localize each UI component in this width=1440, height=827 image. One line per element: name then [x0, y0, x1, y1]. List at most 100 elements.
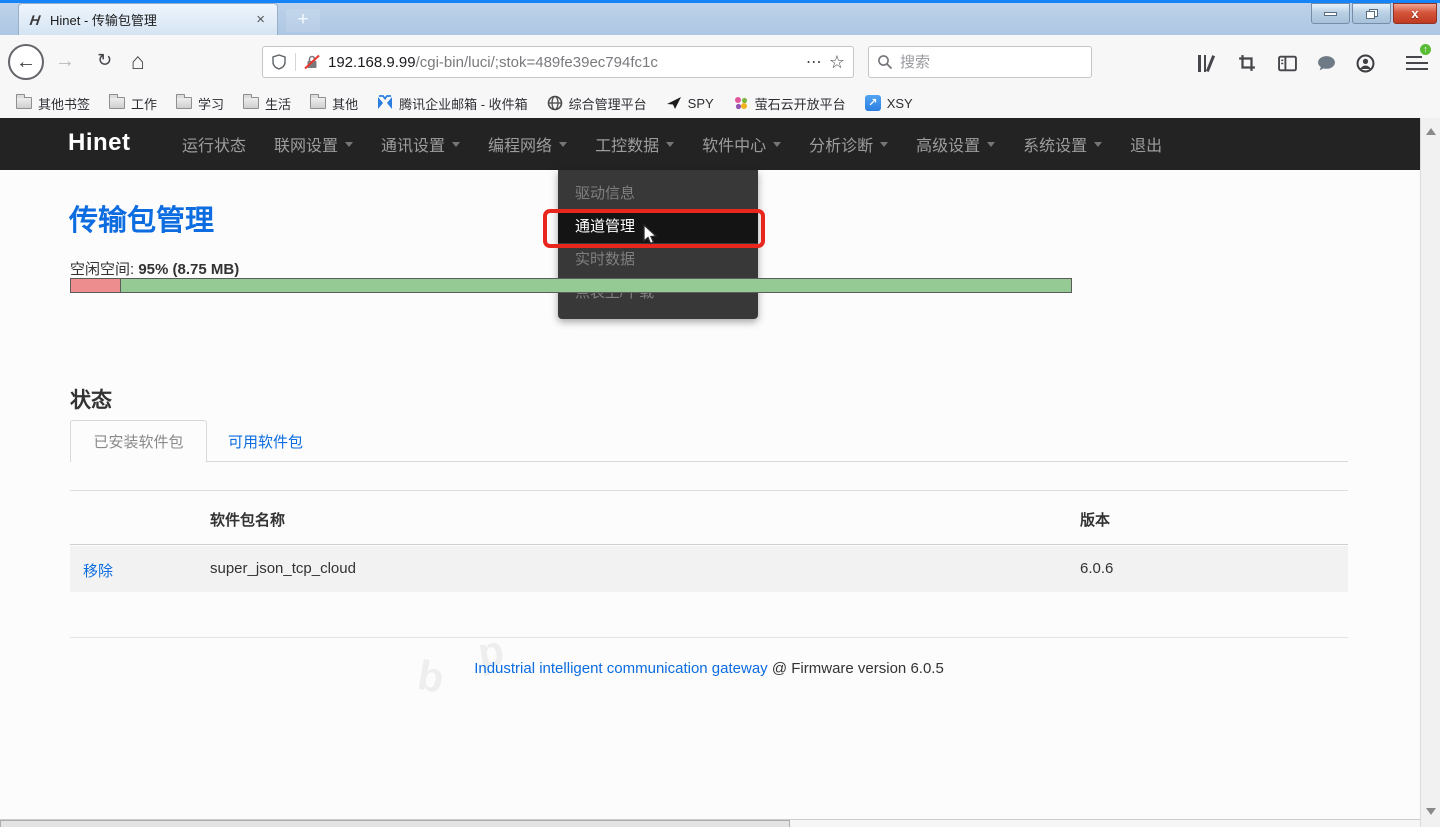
globe-icon [547, 95, 563, 111]
bookmark-folder[interactable]: 学习 [176, 94, 224, 113]
url-bar[interactable]: 192.168.9.99/cgi-bin/luci/;stok=489fe39e… [262, 46, 854, 78]
url-path: /cgi-bin/luci/;stok=489fe39ec794fc1c [416, 54, 658, 71]
chevron-down-icon [880, 142, 888, 147]
update-badge-icon: ↑ [1418, 42, 1433, 57]
bookmark-item[interactable]: 萤石云开放平台 [733, 94, 846, 113]
bookmarks-bar: 其他书签 工作 学习 生活 其他 腾讯企业邮箱 - 收件箱 综合管理平台 SPY… [0, 88, 1440, 118]
messages-button[interactable] [1313, 50, 1339, 76]
folder-icon [243, 97, 259, 109]
tab-available-packages[interactable]: 可用软件包 [228, 420, 303, 462]
chat-bubble-icon [1317, 55, 1336, 72]
forward-button[interactable]: → [55, 50, 75, 73]
folder-icon [16, 97, 32, 109]
column-header-name: 软件包名称 [210, 509, 285, 530]
folder-icon [176, 97, 192, 109]
free-space-progressbar [70, 278, 1072, 293]
home-button[interactable]: ⌂ [131, 48, 145, 75]
url-text[interactable]: 192.168.9.99/cgi-bin/luci/;stok=489fe39e… [328, 54, 800, 71]
table-header-row: 软件包名称 版本 [70, 490, 1348, 545]
horizontal-scrollbar[interactable] [0, 819, 1420, 827]
bookmark-folder[interactable]: 工作 [109, 94, 157, 113]
nav-item-logout[interactable]: 退出 [1116, 132, 1176, 156]
bookmark-folder[interactable]: 生活 [243, 94, 291, 113]
sidebar-button[interactable] [1274, 50, 1300, 76]
screenshot-button[interactable] [1234, 50, 1260, 76]
tab-title: Hinet - 传输包管理 [50, 10, 252, 29]
bookmark-label: 综合管理平台 [569, 94, 647, 113]
vertical-scrollbar[interactable] [1420, 118, 1440, 827]
search-input[interactable] [900, 54, 1060, 71]
chevron-down-icon [1094, 142, 1102, 147]
footer-text: @ Firmware version 6.0.5 [772, 660, 944, 677]
nav-item-programming-network[interactable]: 编程网络 [474, 132, 581, 156]
nav-item-diagnostics[interactable]: 分析诊断 [795, 132, 902, 156]
page-footer: Industrial intelligent communication gat… [70, 660, 1348, 677]
tracking-shield-icon[interactable] [271, 54, 287, 70]
minimize-icon [1324, 12, 1337, 16]
nav-item-industrial-data[interactable]: 工控数据 [581, 132, 688, 156]
restore-icon [1366, 9, 1378, 19]
scroll-down-icon[interactable] [1426, 808, 1436, 815]
bookmark-label: 其他书签 [38, 94, 90, 113]
new-tab-button[interactable]: + [286, 9, 320, 32]
package-name: super_json_tcp_cloud [210, 560, 356, 577]
footer-link[interactable]: Industrial intelligent communication gat… [474, 660, 768, 677]
forward-icon: → [55, 50, 75, 72]
reload-button[interactable]: ↻ [97, 50, 112, 71]
bookmark-label: 学习 [198, 94, 224, 113]
chevron-down-icon [345, 142, 353, 147]
bookmark-item[interactable]: 腾讯企业邮箱 - 收件箱 [377, 94, 528, 113]
minimize-button[interactable] [1311, 3, 1350, 24]
nav-item-advanced-settings[interactable]: 高级设置 [902, 132, 1009, 156]
bookmark-item[interactable]: 综合管理平台 [547, 94, 647, 113]
bookmark-label: 萤石云开放平台 [755, 94, 846, 113]
xsy-icon: ↗ [865, 95, 881, 111]
site-favicon-icon: H [26, 12, 44, 28]
crop-icon [1238, 54, 1256, 72]
restore-button[interactable] [1352, 3, 1391, 24]
bookmark-label: 其他 [332, 94, 358, 113]
plane-icon [666, 95, 682, 111]
back-icon: ← [16, 51, 36, 74]
page-title: 传输包管理 [69, 197, 214, 239]
reload-icon: ↻ [97, 50, 112, 70]
close-button[interactable]: x [1393, 3, 1437, 24]
bookmark-folder[interactable]: 其他书签 [16, 94, 90, 113]
nav-item-network-settings[interactable]: 联网设置 [260, 132, 367, 156]
nav-item-system-settings[interactable]: 系统设置 [1009, 132, 1116, 156]
horizontal-scrollbar-thumb[interactable] [0, 820, 790, 827]
column-header-version: 版本 [1080, 509, 1110, 530]
account-button[interactable] [1352, 50, 1378, 76]
free-space-segment [121, 279, 1071, 292]
package-version: 6.0.6 [1080, 560, 1113, 577]
page-actions-icon[interactable]: ⋯ [806, 52, 823, 72]
bookmark-item[interactable]: ↗ XSY [865, 95, 913, 111]
close-icon: x [1411, 6, 1418, 21]
remove-link[interactable]: 移除 [83, 560, 113, 581]
nav-item-comm-settings[interactable]: 通讯设置 [367, 132, 474, 156]
site-navbar: Hinet 运行状态 联网设置 通讯设置 编程网络 工控数据 软件中心 分析诊断… [0, 118, 1420, 170]
nav-item-running-status[interactable]: 运行状态 [168, 132, 260, 156]
chevron-down-icon [987, 142, 995, 147]
free-space-text: 空闲空间: 95% (8.75 MB) [70, 258, 239, 279]
bookmark-star-icon[interactable]: ☆ [829, 52, 845, 73]
tab-installed-packages[interactable]: 已安装软件包 [70, 420, 207, 462]
library-button[interactable] [1192, 50, 1218, 76]
nav-item-software-center[interactable]: 软件中心 [688, 132, 795, 156]
watermark: b [414, 651, 448, 703]
bookmark-item[interactable]: SPY [666, 95, 714, 111]
ezviz-icon [733, 95, 749, 111]
tab-close-icon[interactable]: × [252, 11, 269, 28]
bookmark-folder[interactable]: 其他 [310, 94, 358, 113]
chevron-down-icon [559, 142, 567, 147]
site-brand[interactable]: Hinet [68, 129, 131, 157]
search-bar[interactable] [868, 46, 1092, 78]
page-content: Hinet 运行状态 联网设置 通讯设置 编程网络 工控数据 软件中心 分析诊断… [0, 118, 1420, 827]
insecure-lock-icon[interactable] [304, 54, 320, 70]
url-fade [754, 54, 800, 71]
menu-item-driver-info[interactable]: 驱动信息 [558, 177, 758, 210]
back-button[interactable]: ← [8, 44, 44, 80]
scroll-up-icon[interactable] [1426, 128, 1436, 135]
browser-tab[interactable]: H Hinet - 传输包管理 × [18, 3, 278, 35]
home-icon: ⌂ [131, 48, 145, 74]
